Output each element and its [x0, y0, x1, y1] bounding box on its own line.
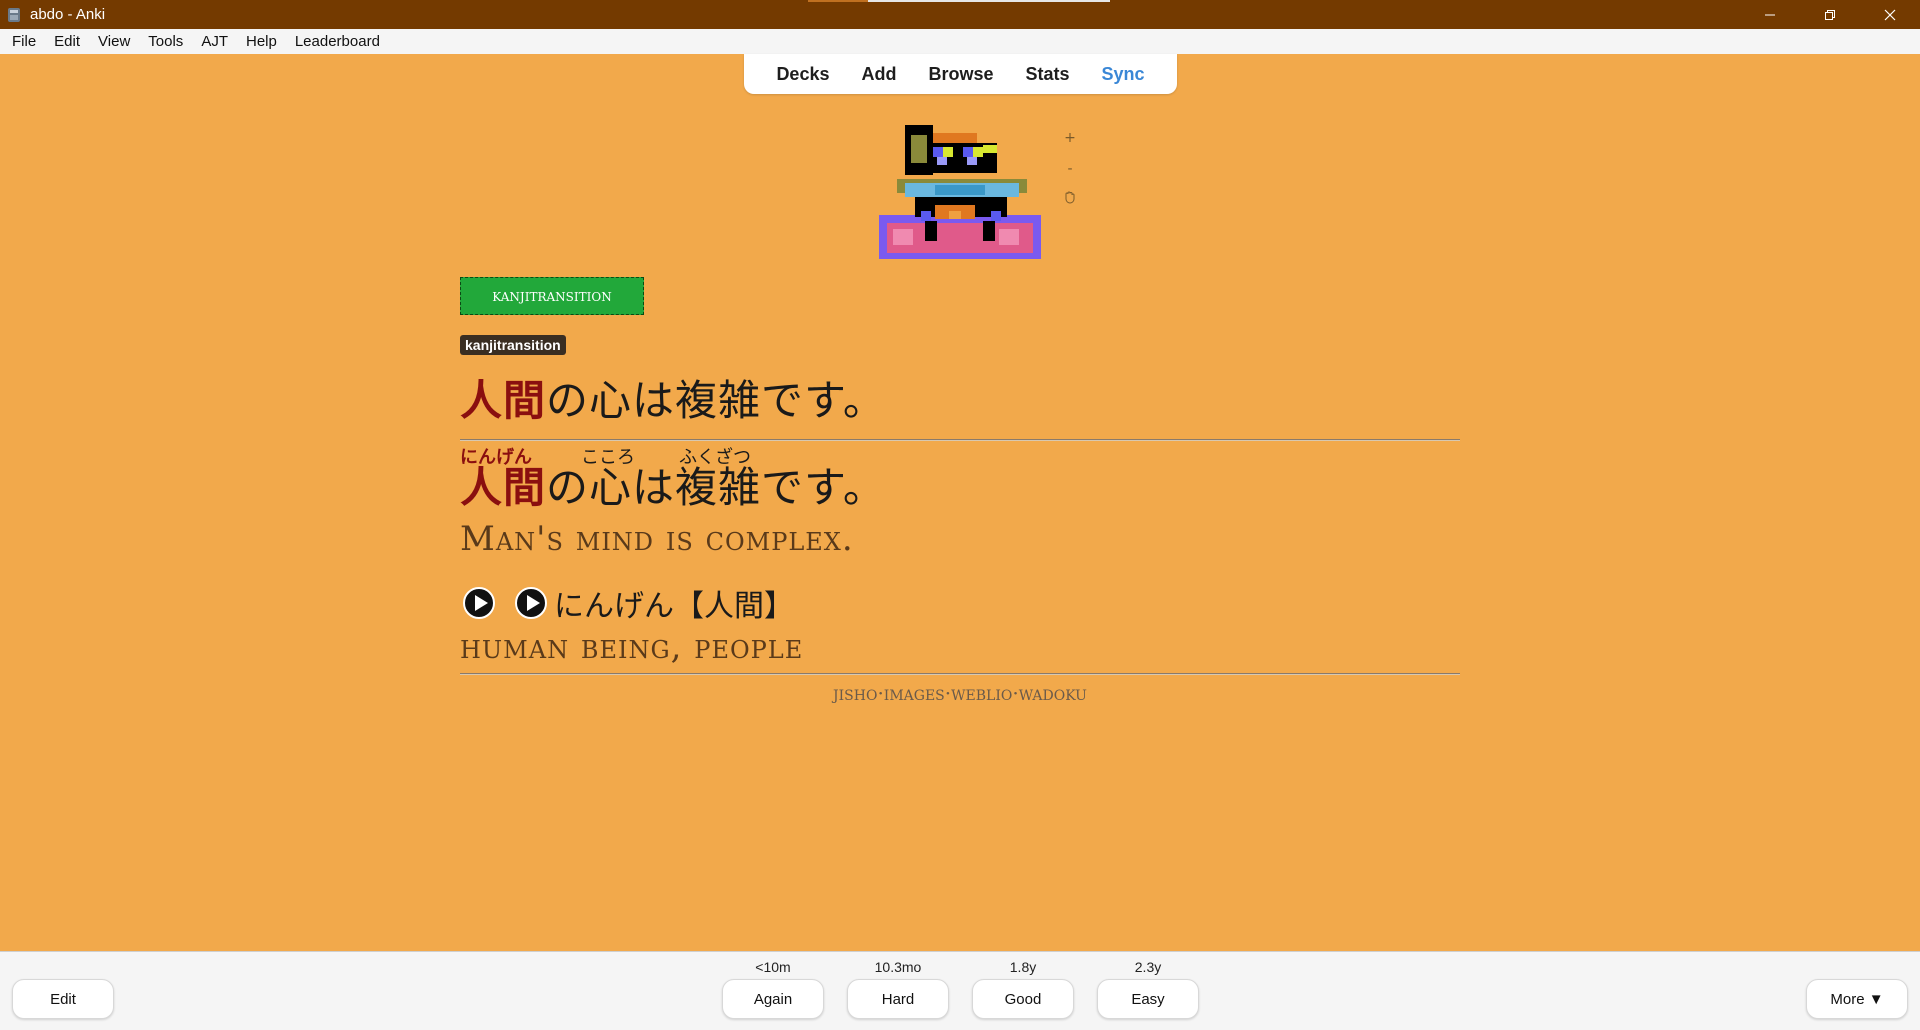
- link-jisho[interactable]: jisho: [833, 681, 877, 705]
- back-sentence-rest: の心は複雑です。: [546, 463, 886, 512]
- title-bar: abdo - Anki: [0, 0, 1920, 29]
- link-weblio[interactable]: weblio: [951, 681, 1012, 705]
- toolbar-add[interactable]: Add: [861, 64, 896, 85]
- again-interval: <10m: [755, 959, 791, 975]
- sentence-translation: Man's mind is complex.: [460, 519, 854, 559]
- vocab-word: にんげん【人間】: [554, 589, 794, 624]
- card-divider: [460, 439, 1460, 441]
- furigana-ningen: にんげん: [460, 447, 532, 468]
- link-wadoku[interactable]: wadoku: [1019, 681, 1087, 705]
- dictionary-links: jisho·images·weblio·wadoku: [460, 681, 1460, 705]
- sentence-rest: の心は複雑です。: [546, 376, 886, 425]
- toolbar-sync[interactable]: Sync: [1102, 64, 1145, 85]
- close-icon: [1884, 9, 1896, 20]
- card-divider-bottom: [460, 673, 1460, 675]
- toolbar-browse[interactable]: Browse: [928, 64, 993, 85]
- close-button[interactable]: [1860, 0, 1920, 29]
- again-button[interactable]: Again: [722, 979, 824, 1019]
- furigana-kokoro: こころ: [581, 447, 635, 468]
- minimize-button[interactable]: [1740, 0, 1800, 29]
- window-title: abdo - Anki: [30, 6, 106, 23]
- menu-edit[interactable]: Edit: [47, 33, 87, 50]
- review-bottom-bar: Edit <10m Again 10.3mo Hard 1.8y Good 2.…: [0, 951, 1920, 1030]
- furigana-line: にんげん こころ ふくざつ: [460, 443, 1460, 468]
- menu-bar: File Edit View Tools AJT Help Leaderboar…: [0, 29, 1920, 54]
- menu-tools[interactable]: Tools: [141, 33, 190, 50]
- hard-button[interactable]: Hard: [847, 979, 949, 1019]
- toolbar-decks[interactable]: Decks: [776, 64, 829, 85]
- vocab-meaning: human being, people: [460, 627, 804, 667]
- pixel-pet-image: [879, 125, 1041, 259]
- good-button[interactable]: Good: [972, 979, 1074, 1019]
- sentence-target-word: 人間: [460, 376, 547, 425]
- deck-badge: kanjitransition: [460, 277, 644, 315]
- good-interval: 1.8y: [1009, 959, 1037, 975]
- restore-icon: [1825, 9, 1835, 20]
- play-icon: [526, 595, 540, 611]
- back-sentence-target-word: 人間: [460, 463, 547, 512]
- vocab-row: にんげん【人間】: [460, 583, 1460, 624]
- minimize-icon: [1765, 14, 1775, 15]
- easy-button[interactable]: Easy: [1097, 979, 1199, 1019]
- titlebar-accent-2: [808, 0, 868, 2]
- menu-ajt[interactable]: AJT: [194, 33, 235, 50]
- pet-controls: + -: [1060, 128, 1080, 221]
- easy-interval: 2.3y: [1134, 959, 1162, 975]
- review-card: kanjitransition kanjitransition 人間の心は複雑で…: [460, 277, 1460, 705]
- main-toolbar: Decks Add Browse Stats Sync: [744, 54, 1177, 94]
- play-icon: [474, 595, 488, 611]
- play-word-audio-button[interactable]: [515, 587, 547, 619]
- pet-grab-icon[interactable]: [1064, 190, 1076, 221]
- menu-help[interactable]: Help: [239, 33, 284, 50]
- toolbar-stats[interactable]: Stats: [1026, 64, 1070, 85]
- anki-app-icon: [6, 7, 22, 23]
- more-button[interactable]: More ▼: [1806, 979, 1908, 1019]
- menu-view[interactable]: View: [91, 33, 137, 50]
- back-sentence: 人間の心は複雑です。: [460, 465, 1460, 511]
- front-sentence: 人間の心は複雑です。: [460, 375, 1460, 427]
- hard-interval: 10.3mo: [874, 959, 922, 975]
- play-sentence-audio-button[interactable]: [463, 587, 495, 619]
- restore-button[interactable]: [1800, 0, 1860, 29]
- menu-file[interactable]: File: [5, 33, 43, 50]
- card-tag[interactable]: kanjitransition: [460, 335, 566, 355]
- menu-leaderboard[interactable]: Leaderboard: [288, 33, 387, 50]
- edit-button[interactable]: Edit: [12, 979, 114, 1019]
- furigana-fukuzatsu: ふくざつ: [679, 447, 751, 468]
- pet-zoom-in-button[interactable]: +: [1064, 128, 1076, 159]
- pet-zoom-out-button[interactable]: -: [1067, 159, 1072, 190]
- link-images[interactable]: images: [884, 681, 945, 705]
